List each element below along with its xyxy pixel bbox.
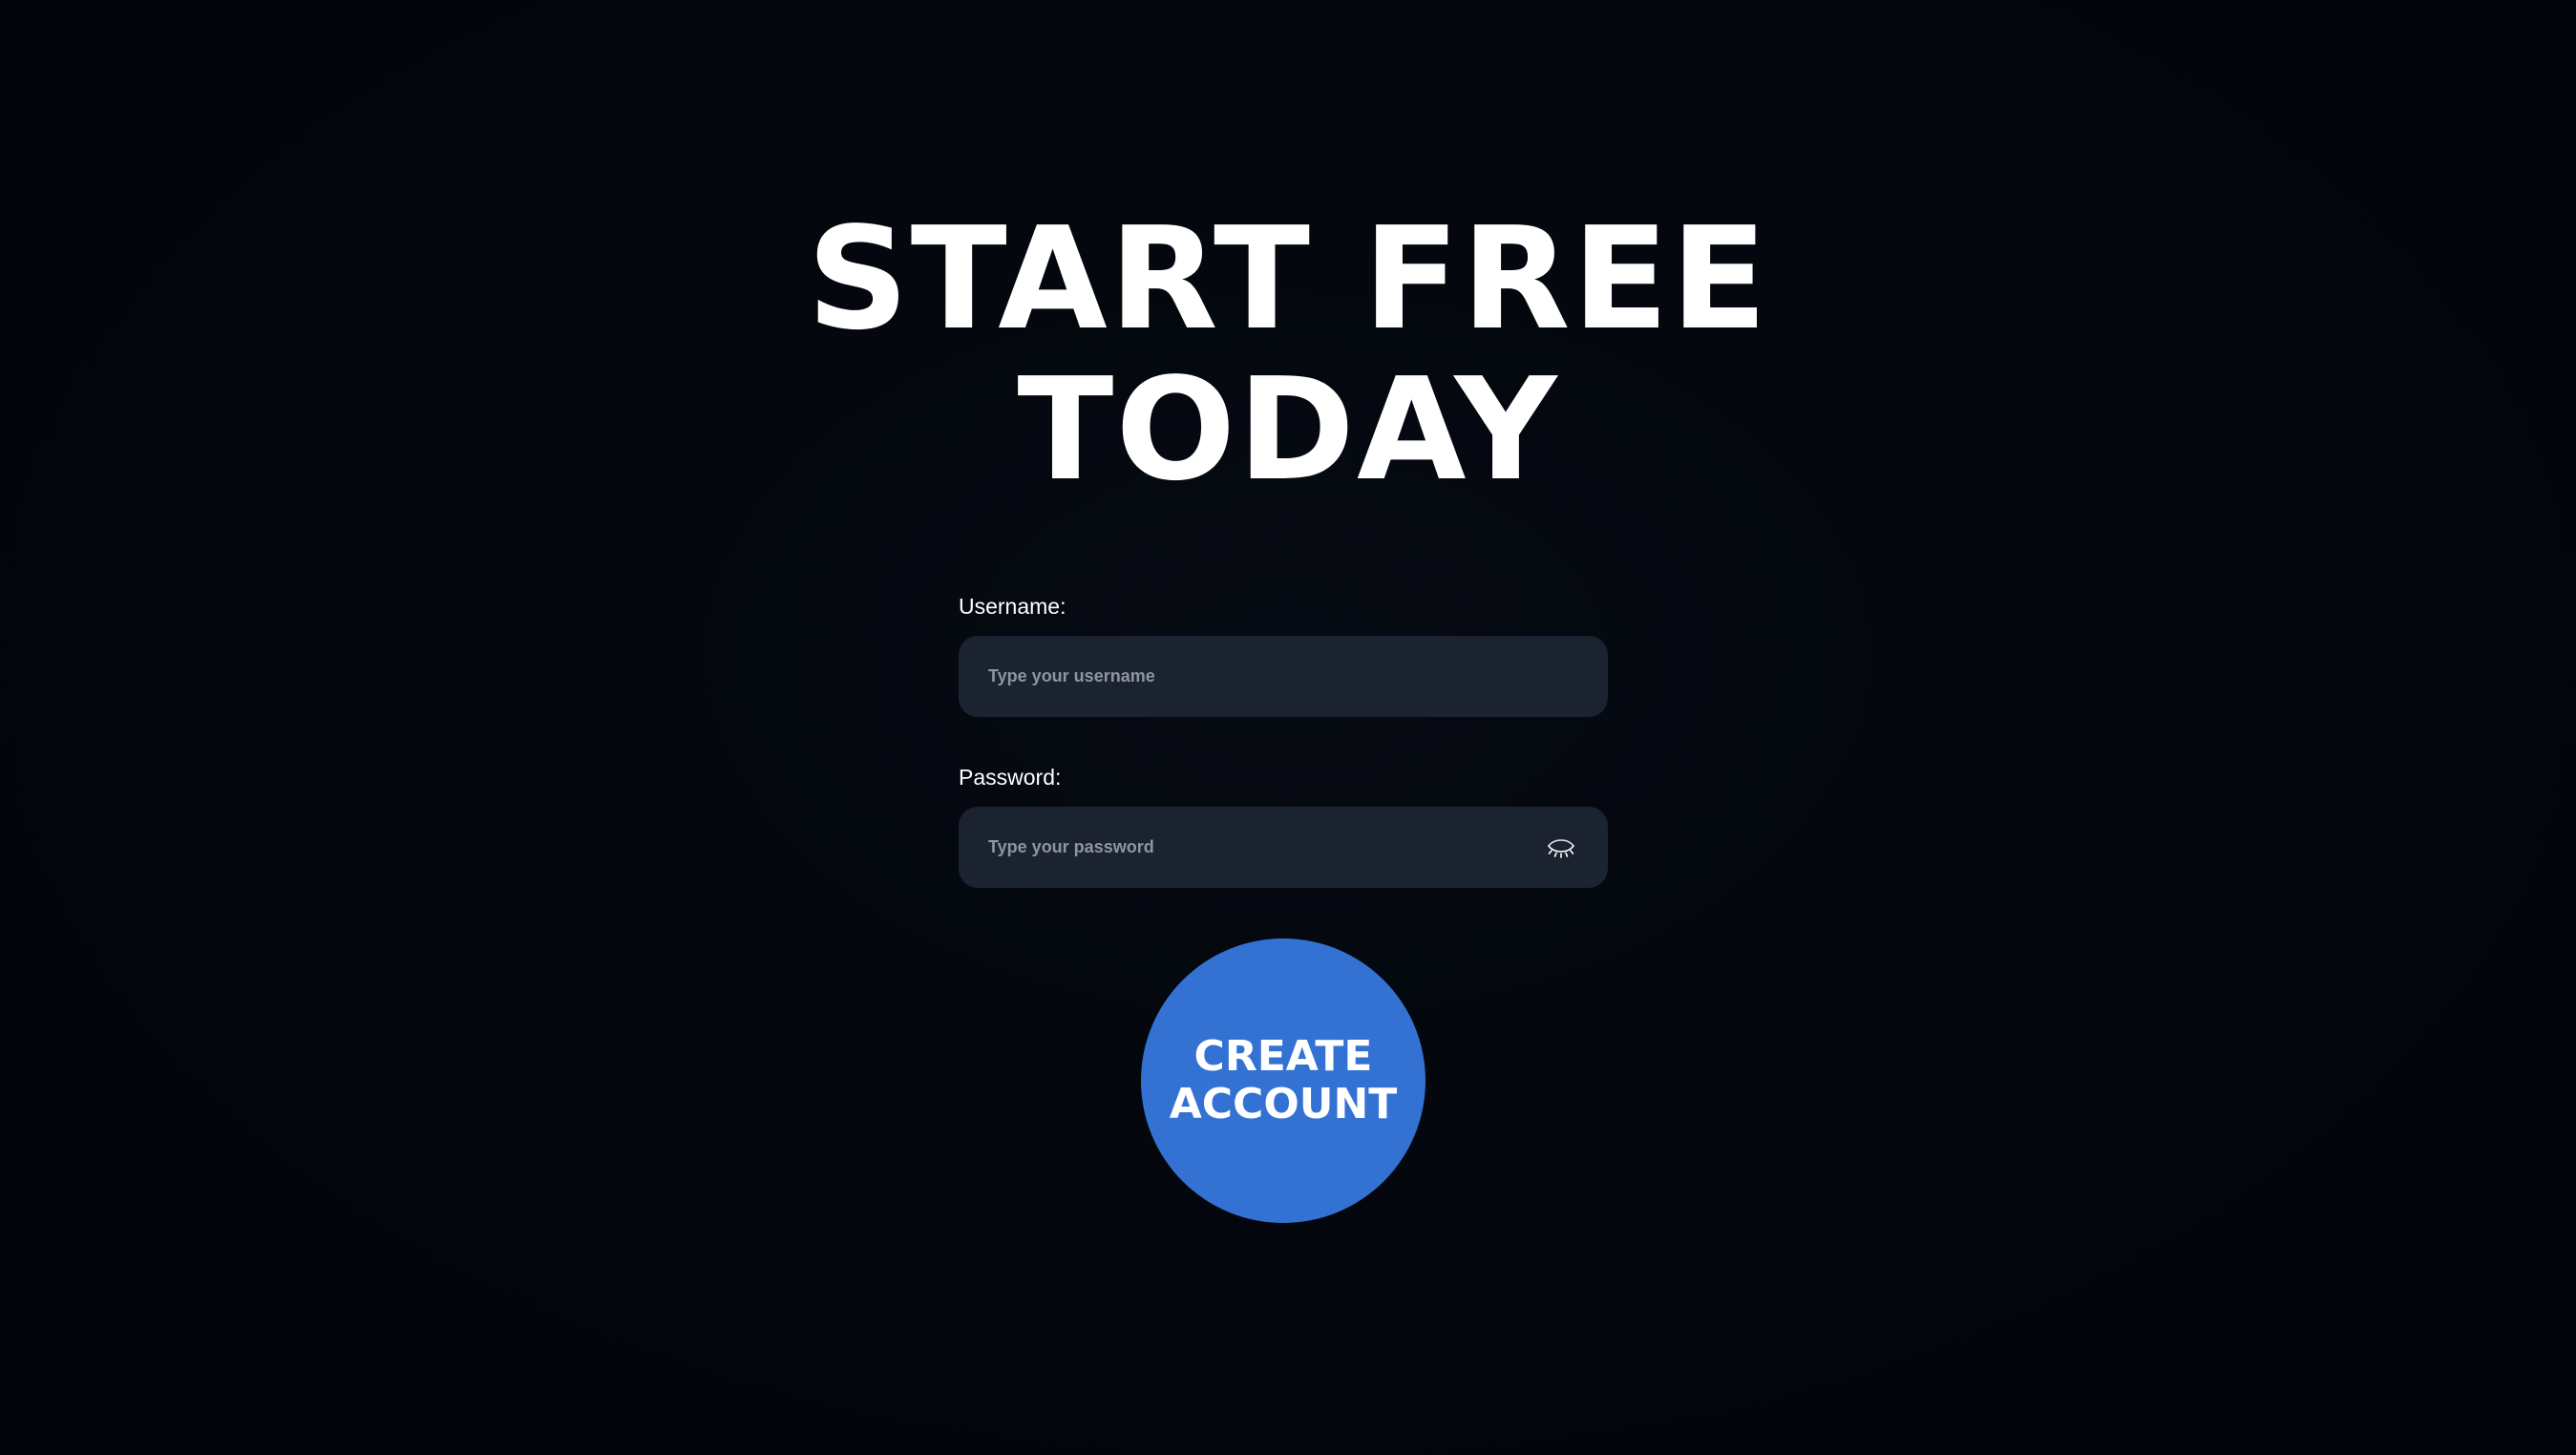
password-label: Password: <box>959 765 1062 790</box>
password-field[interactable] <box>959 807 1608 888</box>
create-account-button-line-2: ACCOUNT <box>1169 1080 1398 1128</box>
eye-closed-icon[interactable] <box>1543 830 1579 866</box>
page-title: START FREE TODAY <box>0 203 2576 505</box>
create-account-button-line-1: CREATE <box>1193 1032 1373 1081</box>
username-field[interactable] <box>959 636 1608 717</box>
page-title-line-1: START FREE <box>807 197 1769 361</box>
username-input[interactable] <box>988 636 1523 717</box>
password-input[interactable] <box>988 807 1523 888</box>
create-account-button[interactable]: CREATE ACCOUNT <box>1141 938 1425 1223</box>
page-title-line-2: TODAY <box>1017 348 1559 512</box>
username-label: Username: <box>959 594 1066 619</box>
